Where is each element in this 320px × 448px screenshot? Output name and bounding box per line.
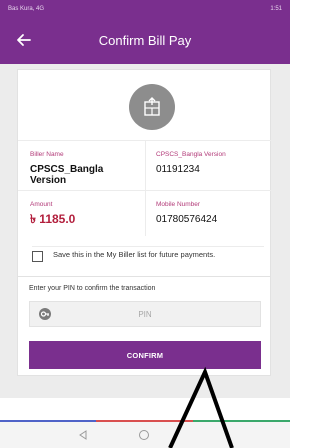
mobile-number-cell: Mobile Number 01780576424 [145, 190, 272, 236]
biller-id-cell: CPSCS_Bangla Version 01191234 [145, 140, 272, 190]
biller-name-label: Biller Name [30, 151, 64, 158]
content-area: Biller Name CPSCS_Bangla Version CPSCS_B… [0, 64, 290, 398]
bill-document-icon [129, 84, 175, 130]
nav-accent-red [96, 420, 193, 422]
status-right: 1:51 [270, 6, 282, 12]
pin-instruction: Enter your PIN to confirm the transactio… [29, 285, 156, 292]
page-title: Confirm Bill Pay [98, 33, 192, 48]
biller-id-label: CPSCS_Bangla Version [156, 151, 226, 158]
nav-home-icon[interactable] [138, 429, 150, 441]
nav-accent-blue [0, 420, 96, 422]
confirm-button[interactable]: CONFIRM [29, 341, 261, 369]
amount-value: ৳ 1185.0 [30, 212, 76, 226]
amount-cell: Amount ৳ 1185.0 [18, 190, 145, 236]
key-icon [39, 308, 51, 320]
mobile-number-label: Mobile Number [156, 201, 201, 208]
save-biller-label: Save this in the My Biller list for futu… [53, 250, 216, 259]
pin-field[interactable] [29, 301, 261, 327]
system-nav-bar [0, 420, 290, 448]
app-bar: Confirm Bill Pay [0, 18, 290, 64]
status-time: 1:51 [270, 6, 282, 12]
pin-card: Enter your PIN to confirm the transactio… [17, 276, 271, 376]
biller-name-value: CPSCS_Bangla Version [30, 164, 104, 186]
pin-input[interactable] [52, 309, 238, 319]
biller-id-value: 01191234 [156, 164, 200, 175]
biller-name-cell: Biller Name CPSCS_Bangla Version [18, 140, 145, 190]
mobile-number-value: 01780576424 [156, 214, 218, 225]
status-carrier: Bas Kura, 4G [8, 6, 45, 12]
save-biller-checkbox[interactable] [32, 251, 43, 262]
amount-label: Amount [30, 201, 53, 208]
nav-back-icon[interactable] [78, 430, 88, 440]
save-biller-row[interactable]: Save this in the My Biller list for futu… [32, 246, 264, 274]
status-bar: Bas Kura, 4G 1:51 [0, 0, 290, 18]
nav-accent-green [193, 420, 290, 422]
